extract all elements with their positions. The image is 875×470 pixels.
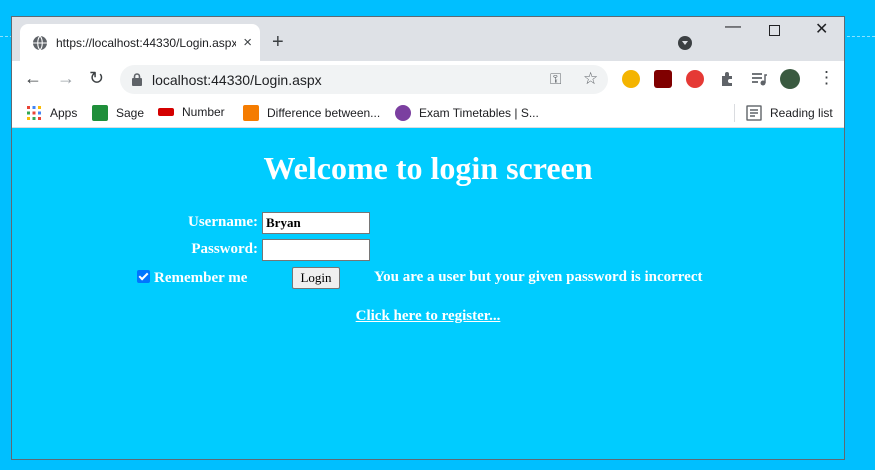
minimize-button[interactable]: — bbox=[725, 19, 741, 35]
address-url: localhost:44330/Login.aspx bbox=[152, 71, 322, 88]
maximize-button[interactable] bbox=[769, 25, 780, 36]
login-button[interactable]: Login bbox=[292, 267, 340, 289]
password-input[interactable] bbox=[262, 239, 370, 261]
bookmark-label: Number bbox=[182, 105, 225, 119]
page-title: Welcome to login screen bbox=[263, 150, 593, 186]
browser-toolbar: ← → ↻ localhost:44330/Login.aspx ⚿ ☆ ⋮ bbox=[12, 61, 844, 98]
remember-me-label: Remember me bbox=[154, 270, 248, 286]
error-message: You are a user but your given password i… bbox=[374, 269, 703, 285]
bookmark-number[interactable]: Number bbox=[158, 105, 225, 119]
arrow-right-icon bbox=[158, 108, 174, 116]
extensions-puzzle-icon[interactable] bbox=[718, 70, 736, 88]
tab-strip: https://localhost:44330/Login.aspx × + —… bbox=[12, 17, 844, 61]
tab-title: https://localhost:44330/Login.aspx bbox=[56, 35, 236, 50]
register-link[interactable]: Click here to register... bbox=[12, 308, 844, 325]
bookmarks-divider bbox=[734, 104, 735, 122]
close-tab-icon[interactable]: × bbox=[243, 35, 252, 50]
bookmark-label: Apps bbox=[50, 106, 78, 120]
bookmark-sage[interactable]: Sage bbox=[92, 105, 144, 121]
page-content: Welcome to login screen Username: Bryan … bbox=[12, 128, 844, 459]
back-button[interactable]: ← bbox=[24, 69, 42, 87]
key-icon[interactable]: ⚿ bbox=[550, 71, 561, 88]
apps-grid-icon bbox=[27, 106, 41, 120]
bookmarks-bar: Apps Sage Number Difference between... E… bbox=[12, 98, 844, 128]
avatar[interactable] bbox=[780, 69, 800, 89]
university-icon bbox=[395, 105, 411, 121]
menu-icon[interactable]: ⋮ bbox=[818, 69, 835, 86]
bookmark-label: Sage bbox=[116, 106, 145, 120]
media-queue-icon[interactable] bbox=[750, 70, 768, 88]
forward-button[interactable]: → bbox=[57, 69, 75, 87]
bookmark-label: Difference between... bbox=[267, 106, 381, 120]
password-label: Password: bbox=[191, 241, 258, 257]
close-window-button[interactable]: ✕ bbox=[815, 22, 828, 38]
adblock-extension-icon[interactable] bbox=[686, 70, 704, 88]
reload-button[interactable]: ↻ bbox=[89, 69, 104, 87]
new-tab-button[interactable]: + bbox=[272, 32, 284, 52]
username-label: Username: bbox=[188, 214, 258, 230]
globe-icon bbox=[33, 35, 47, 50]
blogger-icon bbox=[243, 105, 259, 121]
tab-search-icon[interactable] bbox=[678, 36, 692, 50]
lock-icon[interactable] bbox=[132, 73, 142, 86]
username-input[interactable]: Bryan bbox=[262, 212, 370, 234]
browser-window: https://localhost:44330/Login.aspx × + —… bbox=[11, 16, 845, 460]
remember-me-checkbox[interactable] bbox=[137, 270, 150, 283]
bookmark-difference-between[interactable]: Difference between... bbox=[243, 105, 380, 121]
bookmark-apps[interactable]: Apps bbox=[26, 105, 77, 121]
bookmark-exam-timetables[interactable]: Exam Timetables | S... bbox=[395, 105, 539, 121]
address-bar[interactable]: localhost:44330/Login.aspx ⚿ ☆ bbox=[120, 65, 608, 94]
bookmark-label: Exam Timetables | S... bbox=[419, 106, 539, 120]
sage-icon bbox=[92, 105, 108, 121]
tab-login[interactable]: https://localhost:44330/Login.aspx × bbox=[20, 24, 260, 61]
reading-list-label: Reading list bbox=[770, 106, 833, 120]
ublock-extension-icon[interactable] bbox=[654, 70, 672, 88]
reading-list-icon bbox=[746, 105, 762, 121]
reading-list-button[interactable]: Reading list bbox=[746, 105, 833, 121]
bookmark-star-icon[interactable]: ☆ bbox=[583, 69, 598, 89]
profile-check-extension-icon[interactable] bbox=[622, 70, 640, 88]
